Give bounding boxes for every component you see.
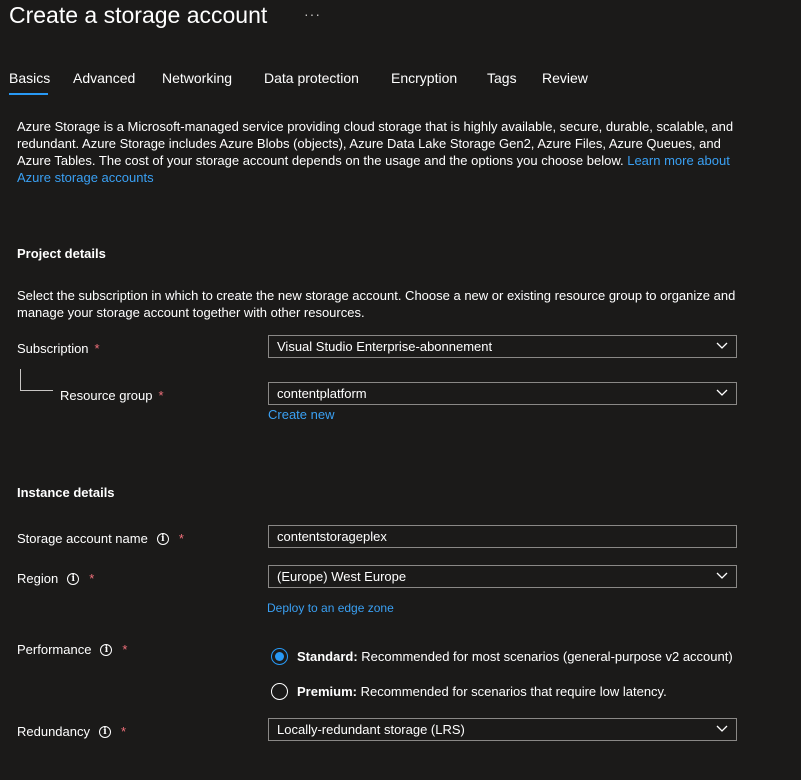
redundancy-select[interactable]: Locally-redundant storage (LRS) [268, 718, 737, 741]
performance-premium-option[interactable]: Premium: Recommended for scenarios that … [271, 683, 667, 700]
radio-unselected[interactable] [271, 683, 288, 700]
premium-option-text: Premium: Recommended for scenarios that … [297, 684, 667, 699]
premium-option-title: Premium: [297, 684, 357, 699]
chevron-down-icon [716, 389, 728, 396]
info-icon[interactable]: i [67, 572, 80, 585]
storage-account-name-label-text: Storage account name [17, 531, 148, 546]
region-select[interactable]: (Europe) West Europe [268, 565, 737, 588]
storage-account-name-input[interactable]: contentstorageplex [268, 525, 737, 548]
resource-group-label-text: Resource group [60, 388, 153, 403]
required-asterisk: * [122, 642, 128, 657]
subscription-select[interactable]: Visual Studio Enterprise-abonnement [268, 335, 737, 358]
more-options-button[interactable]: ··· [304, 6, 321, 22]
resource-group-select[interactable]: contentplatform [268, 382, 737, 405]
standard-option-text: Standard: Recommended for most scenarios… [297, 649, 733, 664]
redundancy-value: Locally-redundant storage (LRS) [277, 722, 465, 737]
create-new-link[interactable]: Create new [268, 407, 334, 422]
region-value: (Europe) West Europe [277, 569, 407, 584]
intro-body: Azure Storage is a Microsoft-managed ser… [17, 119, 734, 168]
project-details-description: Select the subscription in which to crea… [17, 288, 736, 320]
tab-review[interactable]: Review [542, 70, 588, 86]
standard-option-title: Standard: [297, 649, 358, 664]
tab-advanced[interactable]: Advanced [73, 70, 135, 86]
intro-text: Azure Storage is a Microsoft-managed ser… [17, 118, 747, 186]
chevron-down-icon [716, 342, 728, 349]
region-label-text: Region [17, 571, 59, 586]
subscription-label: Subscription * [17, 341, 100, 356]
required-asterisk: * [121, 724, 127, 739]
region-label: Region i * [17, 571, 94, 586]
performance-label: Performance i * [17, 642, 127, 657]
subscription-label-text: Subscription [17, 341, 89, 356]
subscription-value: Visual Studio Enterprise-abonnement [277, 339, 493, 354]
project-details-heading: Project details [17, 246, 106, 261]
premium-option-desc: Recommended for scenarios that require l… [356, 684, 667, 699]
resource-group-label: Resource group * [60, 388, 164, 403]
info-icon[interactable]: i [100, 643, 113, 656]
tab-encryption[interactable]: Encryption [391, 70, 457, 86]
tab-basics[interactable]: Basics [9, 70, 50, 86]
tab-networking[interactable]: Networking [162, 70, 232, 86]
performance-label-text: Performance [17, 642, 92, 657]
resource-group-value: contentplatform [277, 386, 367, 401]
page-title: Create a storage account [9, 2, 268, 28]
info-icon[interactable]: i [99, 725, 111, 738]
required-asterisk: * [94, 341, 100, 356]
tab-bar: Basics Advanced Networking Data protecti… [0, 64, 801, 96]
standard-option-desc: Recommended for most scenarios (general-… [357, 649, 733, 664]
storage-account-name-label: Storage account name i * [17, 531, 184, 546]
required-asterisk: * [158, 388, 164, 403]
tab-data-protection[interactable]: Data protection [264, 70, 359, 86]
redundancy-label: Redundancy i * [17, 724, 126, 739]
required-asterisk: * [178, 531, 184, 546]
storage-account-name-value: contentstorageplex [277, 529, 387, 544]
redundancy-label-text: Redundancy [17, 724, 90, 739]
tree-connector [20, 369, 53, 391]
instance-details-heading: Instance details [17, 485, 115, 500]
required-asterisk: * [89, 571, 95, 586]
tab-tags[interactable]: Tags [487, 70, 517, 86]
deploy-edge-zone-link[interactable]: Deploy to an edge zone [267, 601, 394, 615]
chevron-down-icon [716, 572, 728, 579]
performance-standard-option[interactable]: Standard: Recommended for most scenarios… [271, 648, 733, 665]
radio-selected[interactable] [271, 648, 288, 665]
chevron-down-icon [716, 725, 728, 732]
active-tab-indicator [9, 93, 48, 95]
info-icon[interactable]: i [156, 532, 169, 545]
